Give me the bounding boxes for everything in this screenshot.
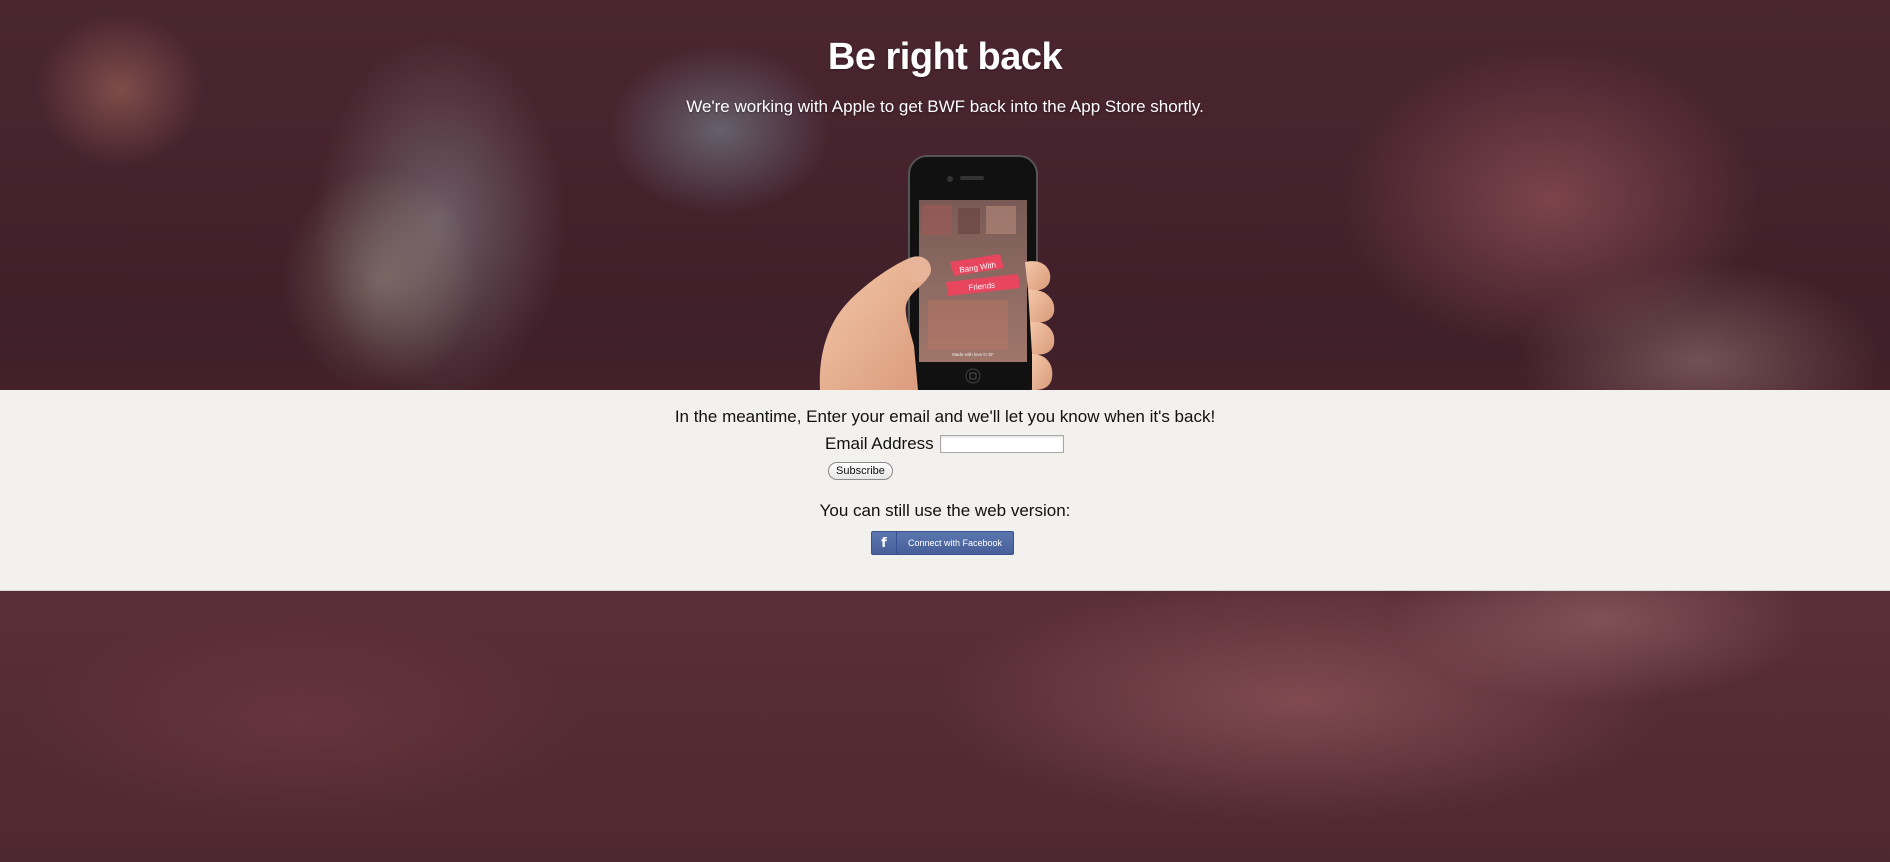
signup-panel: In the meantime, Enter your email and we… bbox=[0, 390, 1890, 591]
email-label: Email Address bbox=[825, 434, 934, 453]
page: Be right back We're working with Apple t… bbox=[0, 0, 1890, 862]
signup-prompt: In the meantime, Enter your email and we… bbox=[674, 407, 1216, 426]
email-input[interactable] bbox=[939, 435, 1064, 453]
connect-with-facebook-button[interactable]: f Connect with Facebook bbox=[871, 531, 1014, 555]
web-version-prompt: You can still use the web version: bbox=[819, 501, 1071, 520]
phone-illustration: Bang With Friends Made with love in SF bbox=[819, 155, 1055, 390]
subscribe-button[interactable]: Subscribe bbox=[828, 462, 893, 480]
phone-in-hand-image: Bang With Friends Made with love in SF bbox=[810, 150, 1080, 390]
facebook-icon: f bbox=[872, 532, 897, 554]
page-title: Be right back bbox=[827, 36, 1063, 78]
email-row: Email Address bbox=[825, 433, 1064, 455]
facebook-button-label: Connect with Facebook bbox=[907, 538, 1003, 548]
page-subtitle: We're working with Apple to get BWF back… bbox=[686, 97, 1204, 116]
screen-footer-text: Made with love in SF bbox=[952, 352, 994, 357]
